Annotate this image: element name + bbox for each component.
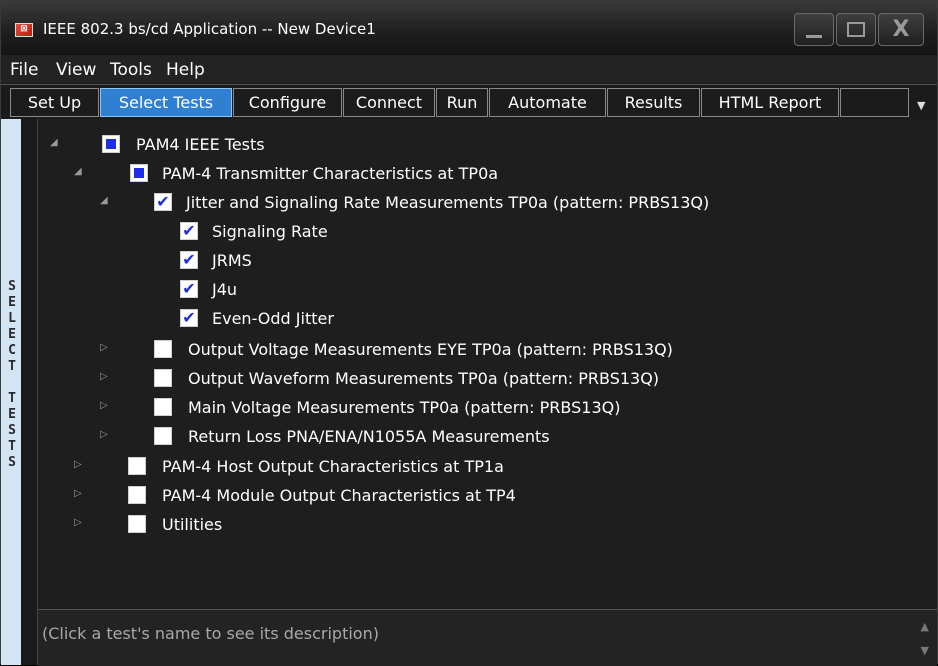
tree-item-label[interactable]: Output Voltage Measurements EYE TP0a (pa… (188, 340, 673, 359)
scroll-down-icon[interactable]: ▼ (921, 644, 929, 657)
unchecked-checkbox[interactable] (128, 515, 146, 533)
menu-help[interactable]: Help (166, 60, 205, 80)
tab-select-tests[interactable]: Select Tests (100, 88, 232, 117)
tab-run[interactable]: Run (436, 88, 488, 117)
menu-file[interactable]: File (10, 60, 38, 80)
expanded-arrow-icon[interactable]: ◢ (50, 137, 58, 148)
unchecked-checkbox[interactable] (128, 486, 146, 504)
expanded-arrow-icon[interactable]: ◢ (74, 166, 82, 177)
tree-item-label[interactable]: Return Loss PNA/ENA/N1055A Measurements (188, 427, 550, 446)
tab-overflow-icon[interactable]: ▼ (917, 99, 925, 112)
minimize-button[interactable] (794, 13, 834, 46)
tree-item-label[interactable]: PAM-4 Host Output Characteristics at TP1… (162, 457, 504, 476)
tree-item-label[interactable]: Main Voltage Measurements TP0a (pattern:… (188, 398, 620, 417)
collapsed-arrow-icon[interactable]: ▷ (100, 342, 108, 353)
tree-row-main-voltage[interactable]: ▷ Main Voltage Measurements TP0a (patter… (38, 394, 937, 420)
scroll-up-icon[interactable]: ▲ (921, 620, 929, 633)
menu-bar: File View Tools Help (1, 55, 937, 83)
tree-item-label[interactable]: PAM-4 Module Output Characteristics at T… (162, 486, 516, 505)
tab-configure[interactable]: Configure (233, 88, 342, 117)
tree-item-label[interactable]: J4u (212, 280, 237, 299)
tree-item-label[interactable]: Signaling Rate (212, 222, 328, 241)
tab-automate[interactable]: Automate (489, 88, 606, 117)
unchecked-checkbox[interactable] (154, 427, 172, 445)
tree-row-signaling-rate[interactable]: ✔ Signaling Rate (38, 218, 937, 244)
tree-item-label[interactable]: PAM-4 Transmitter Characteristics at TP0… (162, 164, 498, 183)
window-title: IEEE 802.3 bs/cd Application -- New Devi… (43, 20, 376, 38)
side-label: S E L E C T T E S T S (1, 119, 21, 665)
unchecked-checkbox[interactable] (154, 340, 172, 358)
checked-checkbox[interactable]: ✔ (180, 309, 198, 327)
close-button[interactable]: X (878, 13, 924, 46)
checked-checkbox[interactable]: ✔ (180, 251, 198, 269)
tab-set-up[interactable]: Set Up (10, 88, 99, 117)
tree-item-label[interactable]: Utilities (162, 515, 222, 534)
unchecked-checkbox[interactable] (154, 369, 172, 387)
collapsed-arrow-icon[interactable]: ▷ (74, 517, 82, 528)
tree-item-label[interactable]: Jitter and Signaling Rate Measurements T… (186, 193, 709, 212)
maximize-button[interactable] (836, 13, 876, 46)
collapsed-arrow-icon[interactable]: ▷ (100, 429, 108, 440)
minimize-icon (806, 35, 822, 38)
description-pane: (Click a test's name to see its descript… (38, 609, 937, 666)
tab-bar-filler (840, 88, 909, 117)
tree-item-label[interactable]: Even-Odd Jitter (212, 309, 334, 328)
expanded-arrow-icon[interactable]: ◢ (100, 195, 108, 206)
unchecked-checkbox[interactable] (128, 457, 146, 475)
tab-results[interactable]: Results (607, 88, 700, 117)
maximize-icon (847, 22, 865, 37)
collapsed-arrow-icon[interactable]: ▷ (100, 400, 108, 411)
tree-row-jitter-signaling[interactable]: ◢ ✔ Jitter and Signaling Rate Measuremen… (38, 189, 937, 215)
description-text: (Click a test's name to see its descript… (42, 624, 379, 643)
tree-item-label[interactable]: Output Waveform Measurements TP0a (patte… (188, 369, 659, 388)
side-strip (21, 119, 38, 665)
tree-row-j4u[interactable]: ✔ J4u (38, 276, 937, 302)
tree-row-module-output-tp4[interactable]: ▷ PAM-4 Module Output Characteristics at… (38, 482, 937, 508)
close-icon: X (892, 17, 910, 42)
checked-checkbox[interactable]: ✔ (180, 280, 198, 298)
tree-row-output-waveform[interactable]: ▷ Output Waveform Measurements TP0a (pat… (38, 365, 937, 391)
tree-row-transmitter-tp0a[interactable]: ◢ PAM-4 Transmitter Characteristics at T… (38, 160, 937, 186)
checked-checkbox[interactable]: ✔ (154, 193, 172, 211)
tree-item-label[interactable]: PAM4 IEEE Tests (136, 135, 265, 154)
tree-row-pam4-ieee-tests[interactable]: ◢ PAM4 IEEE Tests (38, 131, 937, 157)
tab-html-report[interactable]: HTML Report (701, 88, 839, 117)
partial-checkbox[interactable] (130, 164, 148, 182)
partial-checkbox[interactable] (102, 135, 120, 153)
tab-connect[interactable]: Connect (343, 88, 435, 117)
tree-row-return-loss[interactable]: ▷ Return Loss PNA/ENA/N1055A Measurement… (38, 423, 937, 449)
tree-row-utilities[interactable]: ▷ Utilities (38, 511, 937, 537)
application-window: ⊠ IEEE 802.3 bs/cd Application -- New De… (0, 0, 938, 666)
unchecked-checkbox[interactable] (154, 398, 172, 416)
tab-bar: Set Up Select Tests Configure Connect Ru… (1, 84, 937, 118)
collapsed-arrow-icon[interactable]: ▷ (74, 459, 82, 470)
tree-row-output-voltage-eye[interactable]: ▷ Output Voltage Measurements EYE TP0a (… (38, 336, 937, 362)
test-tree: ◢ PAM4 IEEE Tests ◢ PAM-4 Transmitter Ch… (38, 119, 937, 608)
side-label-text: S E L E C T T E S T S (8, 279, 16, 470)
collapsed-arrow-icon[interactable]: ▷ (74, 488, 82, 499)
tree-row-jrms[interactable]: ✔ JRMS (38, 247, 937, 273)
menu-view[interactable]: View (56, 60, 96, 80)
checked-checkbox[interactable]: ✔ (180, 222, 198, 240)
title-bar[interactable]: ⊠ IEEE 802.3 bs/cd Application -- New De… (1, 1, 937, 55)
tree-row-host-output-tp1a[interactable]: ▷ PAM-4 Host Output Characteristics at T… (38, 453, 937, 479)
tree-row-even-odd-jitter[interactable]: ✔ Even-Odd Jitter (38, 305, 937, 331)
collapsed-arrow-icon[interactable]: ▷ (100, 371, 108, 382)
tree-item-label[interactable]: JRMS (212, 251, 252, 270)
app-icon[interactable]: ⊠ (15, 23, 33, 37)
menu-tools[interactable]: Tools (110, 60, 152, 80)
